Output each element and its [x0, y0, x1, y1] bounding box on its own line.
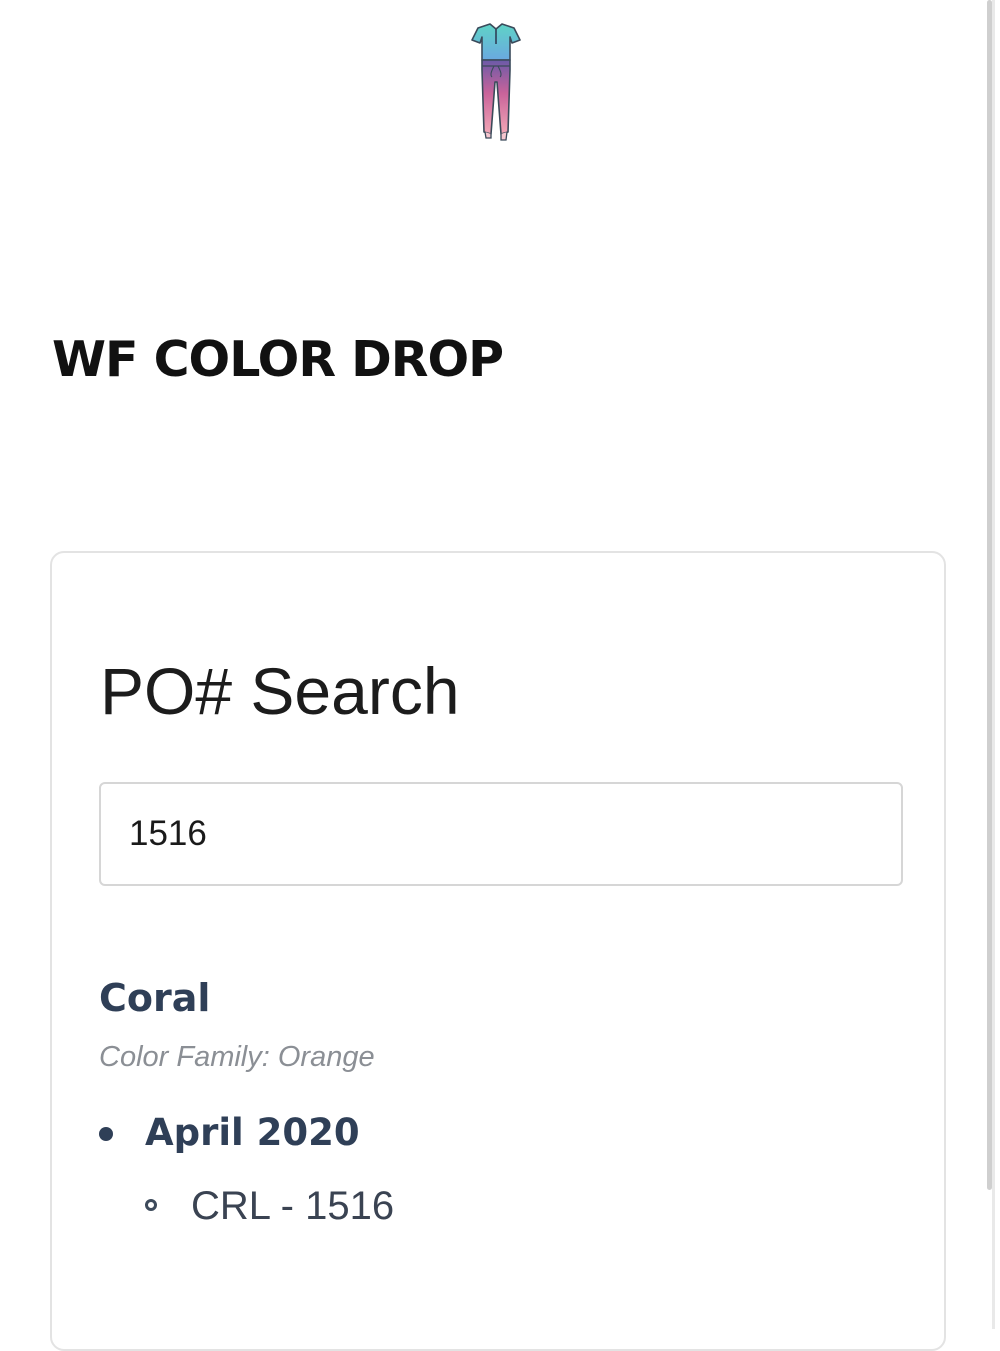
card-title: PO# Search	[100, 654, 460, 728]
bullet-circle-icon	[145, 1199, 157, 1211]
site-title: WF COLOR DROP	[52, 331, 504, 388]
scrollbar-thumb[interactable]	[987, 0, 992, 1190]
color-family: Color Family: Orange	[99, 1041, 375, 1073]
scrollbar-track	[992, 0, 995, 1329]
page: { "site": { "title": "WF COLOR DROP", "l…	[0, 0, 1000, 1351]
scrubs-outfit-icon	[471, 23, 521, 141]
site-logo[interactable]	[464, 20, 528, 150]
po-code: CRL - 1516	[191, 1184, 395, 1228]
color-name: Coral	[99, 976, 211, 1020]
bullet-dot-icon	[99, 1127, 113, 1141]
po-search-input[interactable]	[99, 782, 903, 886]
month-label: April 2020	[145, 1111, 360, 1154]
search-result: Coral Color Family: Orange April 2020 CR…	[99, 973, 879, 1228]
po-search-card: PO# Search Coral Color Family: Orange Ap…	[50, 551, 946, 1351]
